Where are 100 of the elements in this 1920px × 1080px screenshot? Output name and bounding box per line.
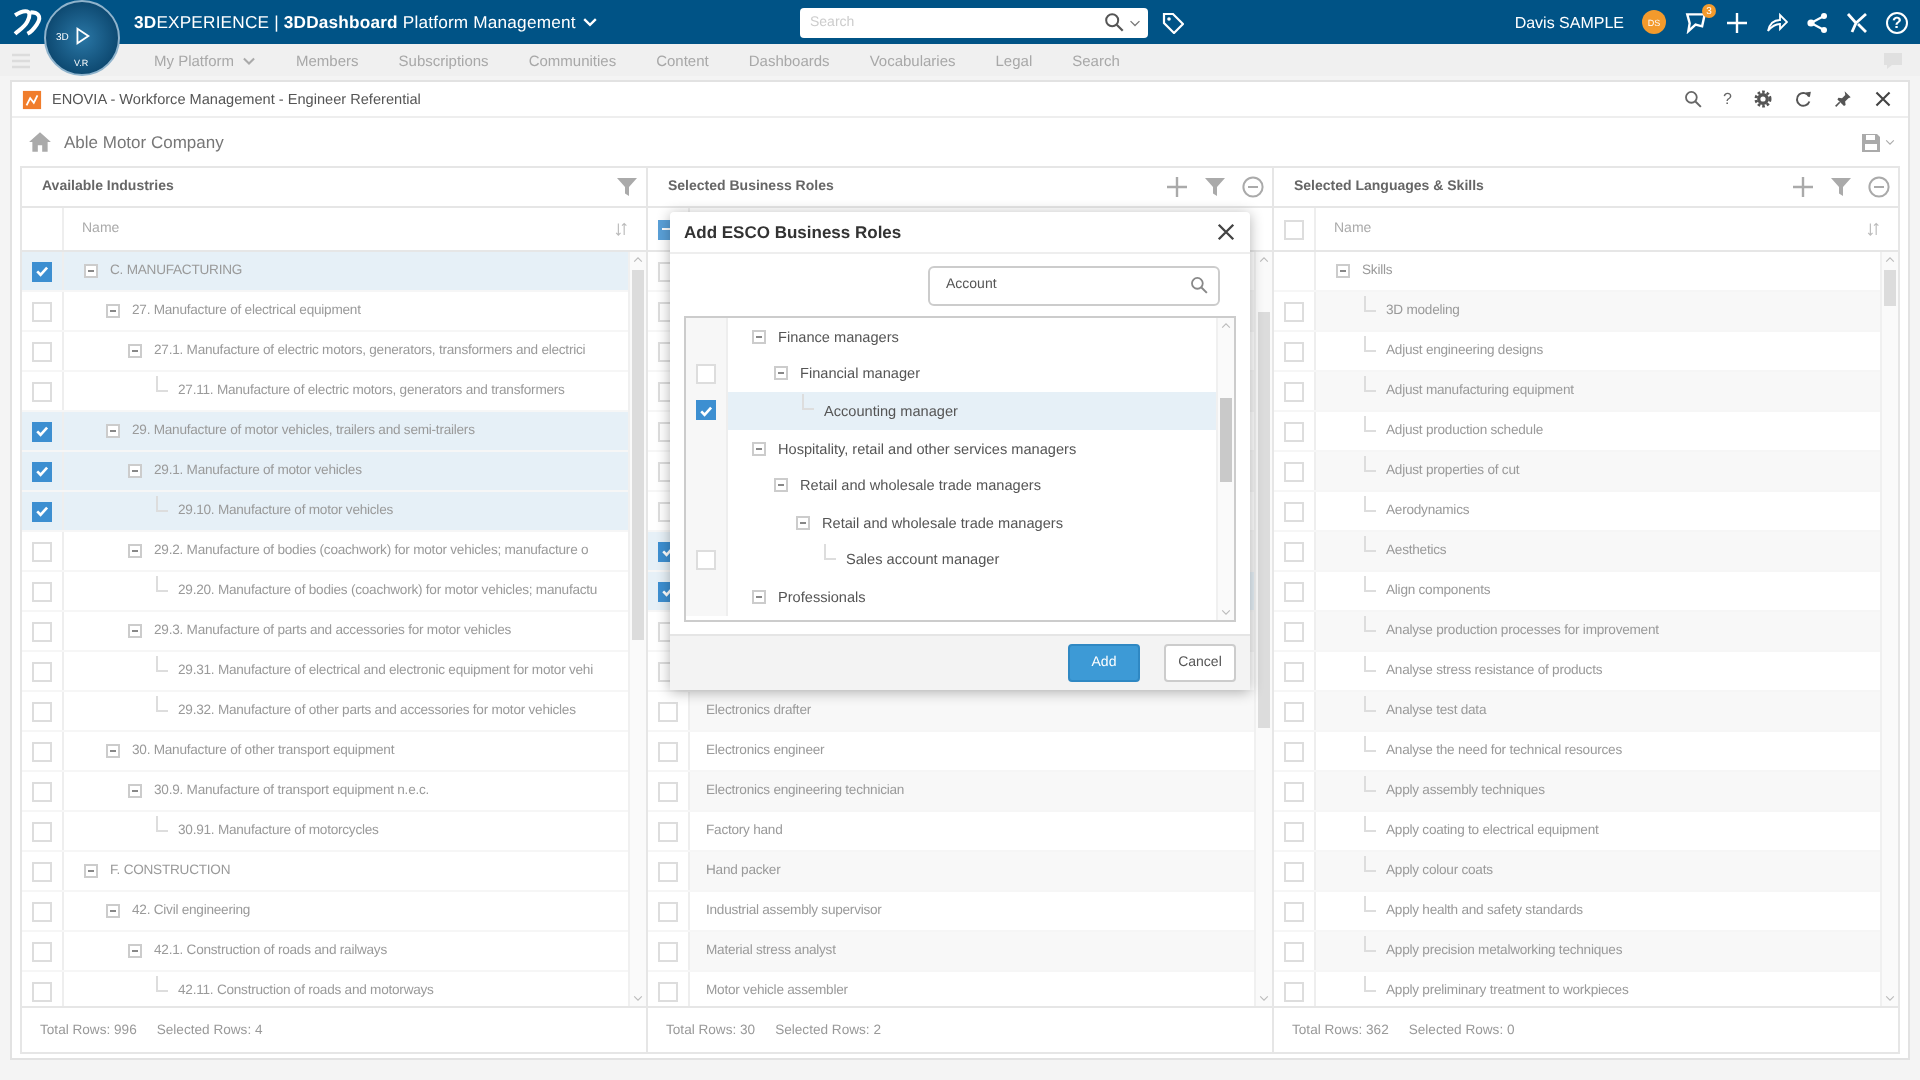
tree-line — [1364, 295, 1376, 311]
filter-icon[interactable] — [616, 176, 638, 198]
close-icon[interactable] — [1216, 222, 1236, 242]
tree-line — [1364, 815, 1376, 831]
collapse-icon[interactable] — [84, 864, 98, 878]
search-icon[interactable] — [1104, 12, 1124, 32]
scrollbar-thumb[interactable] — [1884, 270, 1896, 306]
collapse-icon[interactable] — [84, 264, 98, 278]
scrollbar[interactable] — [1216, 318, 1234, 620]
app-title: 3DEXPERIENCE | 3DDashboard Platform Management — [134, 12, 576, 32]
scroll-down-icon[interactable] — [1220, 606, 1232, 618]
collapse-icon[interactable] — [106, 744, 120, 758]
check-icon — [34, 502, 50, 520]
tree-line — [156, 575, 168, 591]
filter-icon[interactable] — [1204, 176, 1226, 198]
check-icon — [34, 462, 50, 480]
collapse-icon[interactable] — [128, 784, 142, 798]
play-icon[interactable] — [72, 26, 92, 46]
tree-line — [1364, 415, 1376, 431]
scroll-down-icon[interactable] — [1258, 992, 1270, 1004]
collapse-icon[interactable] — [128, 344, 142, 358]
collapse-icon[interactable] — [752, 589, 766, 604]
settings-icon[interactable] — [1754, 90, 1772, 108]
checkbox[interactable] — [32, 261, 52, 281]
tree-line — [824, 543, 836, 560]
scrollbar[interactable] — [628, 252, 646, 1006]
checkbox[interactable] — [32, 501, 52, 521]
check-icon — [698, 401, 714, 420]
pin-icon[interactable] — [1834, 90, 1852, 108]
search-icon[interactable] — [1190, 276, 1208, 294]
network-icon[interactable] — [1806, 11, 1828, 33]
scrollbar-thumb[interactable] — [632, 270, 644, 640]
filter-icon[interactable] — [1830, 176, 1852, 198]
caret-icon[interactable] — [1128, 15, 1142, 29]
home-icon[interactable] — [28, 130, 52, 154]
add-icon[interactable] — [1166, 176, 1188, 198]
collapse-icon[interactable] — [106, 904, 120, 918]
checkbox[interactable] — [696, 400, 716, 421]
share-icon[interactable] — [1766, 11, 1788, 33]
scroll-down-icon[interactable] — [1884, 992, 1896, 1004]
scrollbar-thumb[interactable] — [1220, 398, 1232, 482]
tree-line — [1364, 535, 1376, 551]
scroll-up-icon[interactable] — [1884, 254, 1896, 266]
collapse-icon[interactable] — [774, 366, 788, 381]
check-icon — [34, 422, 50, 440]
notification-icon[interactable] — [1684, 10, 1708, 34]
tree-line — [156, 495, 168, 511]
collapse-icon[interactable] — [752, 441, 766, 456]
collapse-icon[interactable] — [752, 329, 766, 344]
scroll-up-icon[interactable] — [1258, 254, 1270, 266]
tree-line — [1364, 495, 1376, 511]
tree-line — [1364, 575, 1376, 591]
scroll-down-icon[interactable] — [632, 992, 644, 1004]
remove-icon[interactable] — [1242, 176, 1264, 198]
tree-line — [1364, 655, 1376, 671]
tree-line — [156, 975, 168, 991]
caret-icon[interactable] — [1884, 136, 1896, 148]
collapse-icon[interactable] — [774, 478, 788, 493]
scroll-up-icon[interactable] — [632, 254, 644, 266]
scrollbar-thumb[interactable] — [1258, 312, 1270, 728]
tree-line — [1364, 335, 1376, 351]
remove-icon[interactable] — [1868, 176, 1890, 198]
collapse-icon[interactable] — [106, 304, 120, 318]
collapse-icon[interactable] — [128, 944, 142, 958]
tree-line — [1364, 615, 1376, 631]
tree-line — [1364, 775, 1376, 791]
checkbox[interactable] — [32, 461, 52, 481]
help-button[interactable]: ? — [1886, 11, 1908, 33]
user-name[interactable]: Davis SAMPLE — [1514, 13, 1624, 31]
dialog-title: Add ESCO Business Roles — [684, 222, 902, 242]
sort-icon[interactable] — [1866, 221, 1882, 237]
save-icon[interactable] — [1860, 131, 1882, 153]
plus-icon[interactable] — [1726, 11, 1748, 33]
collapse-icon[interactable] — [128, 544, 142, 558]
search-icon[interactable] — [1683, 90, 1702, 108]
help-button[interactable]: ? — [1723, 90, 1732, 108]
collapse-icon[interactable] — [128, 624, 142, 638]
collapse-icon[interactable] — [1336, 264, 1350, 278]
tree-line — [156, 375, 168, 391]
add-icon[interactable] — [1792, 176, 1814, 198]
close-icon[interactable] — [1874, 90, 1892, 108]
checkbox[interactable] — [32, 421, 52, 441]
tree-line — [1364, 455, 1376, 471]
scrollbar[interactable] — [1254, 252, 1272, 1006]
collapse-icon[interactable] — [106, 424, 120, 438]
collapse-icon[interactable] — [796, 515, 810, 530]
tree-line — [1364, 855, 1376, 871]
tag-icon[interactable] — [1162, 11, 1184, 33]
tree-line — [1364, 895, 1376, 911]
app-icon — [22, 89, 42, 109]
logo-icon[interactable] — [12, 5, 46, 39]
collapse-icon[interactable] — [128, 464, 142, 478]
tools-icon[interactable] — [1846, 11, 1868, 33]
tree-line — [1364, 935, 1376, 951]
check-icon — [34, 262, 50, 280]
scroll-up-icon[interactable] — [1220, 320, 1232, 332]
refresh-icon[interactable] — [1794, 90, 1812, 108]
sort-icon[interactable] — [614, 221, 630, 237]
scrollbar[interactable] — [1880, 252, 1898, 1006]
chevron-down-icon[interactable] — [581, 14, 598, 30]
